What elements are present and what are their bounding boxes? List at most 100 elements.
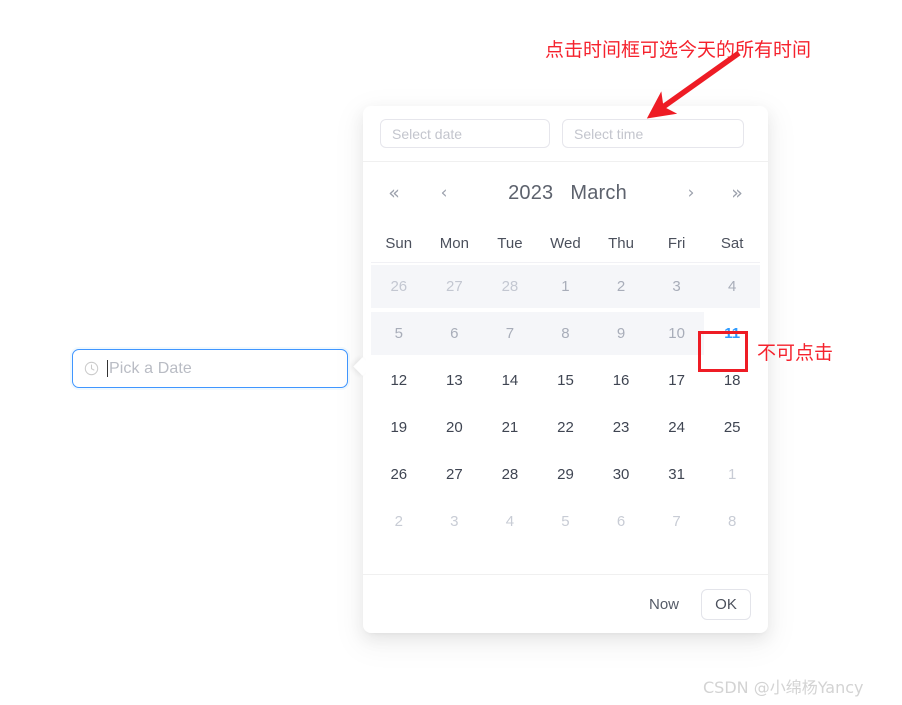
month-label[interactable]: March [570,182,627,205]
calendar-day-cell[interactable]: 7 [649,498,705,545]
calendar-day-cell: 2 [593,263,649,310]
calendar-day-cell: 28 [482,263,538,310]
calendar-day-cell[interactable]: 6 [593,498,649,545]
calendar-day-cell[interactable]: 16 [593,357,649,404]
calendar-day-label: 17 [668,372,685,389]
calendar-day-cell[interactable]: 19 [371,404,427,451]
calendar-day-cell[interactable]: 20 [427,404,483,451]
calendar-day-label: 8 [537,312,594,355]
calendar-day-label: 13 [446,372,463,389]
calendar-day-cell[interactable]: 8 [704,498,760,545]
calendar-day-label: 20 [446,419,463,436]
calendar-day-cell[interactable]: 28 [482,451,538,498]
calendar-day-cell: 26 [371,263,427,310]
calendar-day-cell: 6 [426,310,483,357]
calendar-header: « ‹ 2023 March › » [363,162,768,224]
csdn-watermark: CSDN @小绵杨Yancy [703,678,864,697]
clock-icon [84,361,99,376]
calendar-day-label: 26 [371,265,427,308]
calendar-day-cell[interactable]: 24 [649,404,705,451]
calendar-day-cell[interactable]: 23 [593,404,649,451]
calendar-day-cell: 10 [648,310,705,357]
ok-button[interactable]: OK [701,588,751,620]
calendar-day-label: 5 [371,312,427,355]
now-button[interactable]: Now [649,596,679,613]
calendar-day-label: 3 [450,513,459,530]
calendar-day-cell[interactable]: 15 [538,357,594,404]
super-prev-year-icon[interactable]: « [379,178,409,208]
weekday-header-row: Sun Mon Tue Wed Thu Fri Sat [371,224,760,263]
calendar-day-label: 10 [648,312,705,355]
calendar-day-label: 6 [616,513,626,530]
weekday-header-sun: Sun [371,224,427,263]
calendar-day-cell[interactable]: 29 [538,451,594,498]
calendar-day-cell[interactable]: 14 [482,357,538,404]
weekday-header-wed: Wed [537,224,594,263]
calendar-day-cell[interactable]: 25 [704,404,760,451]
year-label[interactable]: 2023 [508,182,553,205]
calendar-day-cell[interactable]: 22 [538,404,594,451]
calendar-day-label: 16 [612,372,630,389]
calendar-title: 2023 March [459,182,676,205]
calendar-day-label: 7 [672,513,681,530]
calendar-day-label: 19 [390,419,408,436]
annotation-not-clickable: 不可点击 [757,342,834,364]
calendar-day-label: 21 [501,419,519,436]
calendar-day-label: 8 [728,513,737,530]
calendar-day-label: 22 [557,419,574,436]
calendar-day-label: 27 [446,466,463,483]
calendar-body: Sun Mon Tue Wed Thu Fri Sat 26 27 28 1 2 3 4 5 6 7 8 9 10 1… [363,224,768,574]
calendar-day-cell: 7 [482,310,538,357]
calendar-day-cell: 27 [426,263,483,310]
calendar-day-cell: 3 [648,263,705,310]
calendar-day-label: 31 [668,466,685,483]
calendar-day-label: 26 [390,466,408,483]
calendar-day-cell[interactable]: 13 [427,357,483,404]
calendar-day-cell[interactable]: 30 [593,451,649,498]
select-time-input[interactable]: Select time [562,119,744,148]
calendar-day-cell[interactable]: 26 [371,451,427,498]
calendar-day-cell[interactable]: 4 [482,498,538,545]
select-date-placeholder: Select date [392,125,463,142]
calendar-day-label: 23 [612,419,630,436]
calendar-day-label: 1 [728,466,737,483]
weekday-header-fri: Fri [648,224,705,263]
calendar-day-label: 9 [593,312,649,355]
calendar-week-row: 19 20 21 22 23 24 25 [371,404,760,451]
annotation-time-hint: 点击时间框可选今天的所有时间 [545,39,812,61]
select-date-input[interactable]: Select date [380,119,550,148]
calendar-day-cell[interactable]: 31 [649,451,705,498]
date-picker-trigger-input[interactable]: Pick a Date [72,349,348,388]
prev-month-icon[interactable]: ‹ [429,178,459,208]
text-cursor [107,360,108,377]
trigger-placeholder: Pick a Date [109,359,192,377]
calendar-day-label: 12 [390,372,408,389]
calendar-day-cell[interactable]: 5 [538,498,594,545]
calendar-day-cell[interactable]: 17 [649,357,705,404]
weekday-header-thu: Thu [593,224,649,263]
calendar-day-label: 4 [505,513,515,530]
calendar-day-label: 2 [593,265,649,308]
calendar-day-label: 15 [557,372,574,389]
calendar-day-label: 1 [537,265,594,308]
super-next-year-icon[interactable]: » [722,178,752,208]
annotation-highlight-box-today [698,331,748,372]
panel-arrow-connector [350,355,366,381]
weekday-header-sat: Sat [704,224,760,263]
calendar-day-cell[interactable]: 27 [427,451,483,498]
calendar-day-label: 14 [501,372,519,389]
calendar-day-cell[interactable]: 21 [482,404,538,451]
calendar-day-label: 25 [723,419,741,436]
calendar-week-row: 26 27 28 1 2 3 4 [371,263,760,310]
calendar-day-label: 29 [557,466,574,483]
weekday-header-tue: Tue [482,224,538,263]
calendar-day-cell[interactable]: 12 [371,357,427,404]
calendar-day-cell[interactable]: 2 [371,498,427,545]
weekday-header-mon: Mon [426,224,483,263]
calendar-week-row: 26 27 28 29 30 31 1 [371,451,760,498]
calendar-day-cell[interactable]: 1 [704,451,760,498]
calendar-day-cell[interactable]: 3 [427,498,483,545]
next-month-icon[interactable]: › [676,178,706,208]
calendar-footer: Now OK [363,574,768,633]
calendar-day-cell: 4 [704,263,760,310]
